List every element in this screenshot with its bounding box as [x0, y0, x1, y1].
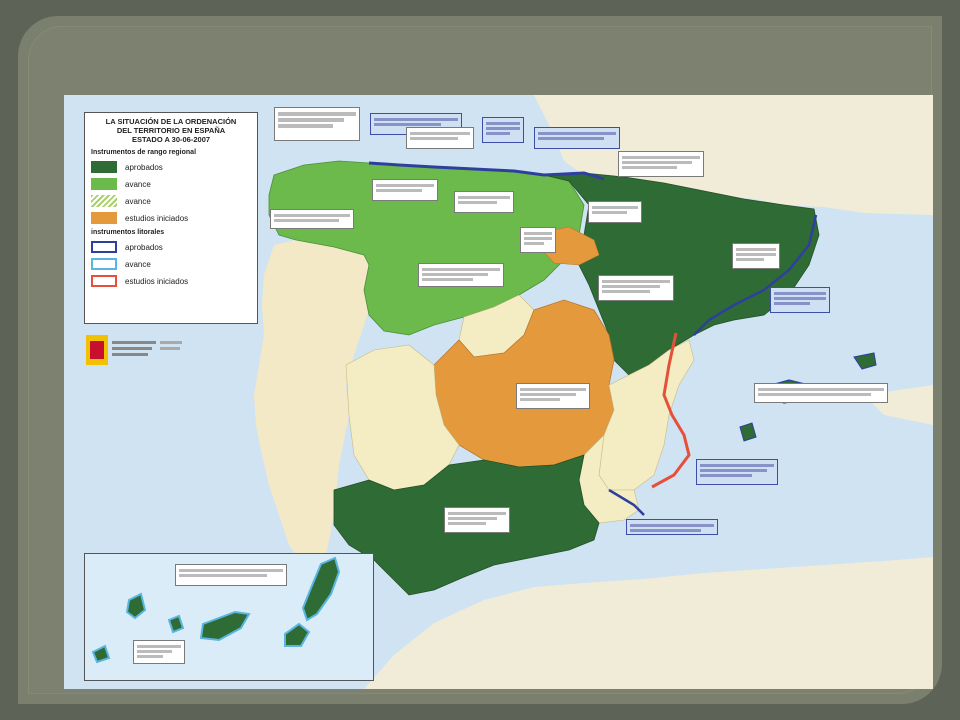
- map-legend: LA SITUACIÓN DE LA ORDENACIÓN DEL TERRIT…: [84, 112, 258, 324]
- callout-note: [406, 127, 474, 149]
- callout-note: [754, 383, 888, 403]
- island-lanzarote-fuerteventura: [301, 556, 341, 622]
- callout-note: [732, 243, 780, 269]
- island-tenerife: [199, 610, 251, 642]
- callout-note: [418, 263, 504, 287]
- callout-note: [516, 383, 590, 409]
- island-el-hierro: [91, 644, 111, 664]
- callout-note: [274, 107, 360, 141]
- callout-note: [770, 287, 830, 313]
- legend-swatch: [91, 161, 117, 173]
- legend-title: LA SITUACIÓN DE LA ORDENACIÓN DEL TERRIT…: [91, 117, 251, 144]
- callout-note: [270, 209, 354, 229]
- legend-item-regional-draft: avance: [91, 178, 251, 190]
- callout-note: [133, 640, 185, 664]
- legend-item-coastal-studies: estudios iniciados: [91, 275, 251, 287]
- callout-note: [482, 117, 524, 143]
- legend-swatch: [91, 241, 117, 253]
- map-card: LA SITUACIÓN DE LA ORDENACIÓN DEL TERRIT…: [64, 95, 933, 689]
- legend-swatch: [91, 275, 117, 287]
- callout-note: [626, 519, 718, 535]
- legend-swatch: [91, 195, 117, 207]
- legend-swatch: [91, 212, 117, 224]
- legend-label: avance: [125, 179, 151, 189]
- legend-coastal-heading: instrumentos litorales: [91, 229, 165, 236]
- legend-label: aprobados: [125, 242, 163, 252]
- callout-note: [588, 201, 642, 223]
- legend-item-regional-draft-hatched: avance: [91, 195, 251, 207]
- legend-label: aprobados: [125, 162, 163, 172]
- callout-note: [454, 191, 514, 213]
- callout-note: [534, 127, 620, 149]
- legend-item-coastal-draft: avance: [91, 258, 251, 270]
- callout-note: [520, 227, 556, 253]
- legend-title-line-2: DEL TERRITORIO EN ESPAÑA: [116, 126, 226, 135]
- legend-regional-heading: Instrumentos de rango regional: [91, 149, 197, 156]
- island-gran-canaria: [284, 622, 311, 647]
- legend-swatch: [91, 258, 117, 270]
- callout-note: [696, 459, 778, 485]
- canary-islands-inset: [84, 553, 374, 681]
- legend-label: estudios iniciados: [125, 276, 189, 286]
- legend-swatch: [91, 178, 117, 190]
- spain-government-emblem-icon: [86, 335, 186, 365]
- legend-label: avance: [125, 259, 151, 269]
- legend-label: avance: [125, 196, 151, 206]
- callout-note: [618, 151, 704, 177]
- legend-item-regional-approved: aprobados: [91, 161, 251, 173]
- legend-title-line-3: ESTADO A 30-06-2007: [131, 135, 211, 144]
- legend-item-coastal-approved: aprobados: [91, 241, 251, 253]
- callout-note: [444, 507, 510, 533]
- island-la-palma: [125, 592, 147, 620]
- legend-label: estudios iniciados: [125, 213, 189, 223]
- callout-note: [372, 179, 438, 201]
- legend-item-regional-studies: estudios iniciados: [91, 212, 251, 224]
- callout-note: [175, 564, 287, 586]
- island-la-gomera: [167, 614, 185, 634]
- legend-title-line-1: LA SITUACIÓN DE LA ORDENACIÓN: [105, 117, 237, 126]
- callout-note: [598, 275, 674, 301]
